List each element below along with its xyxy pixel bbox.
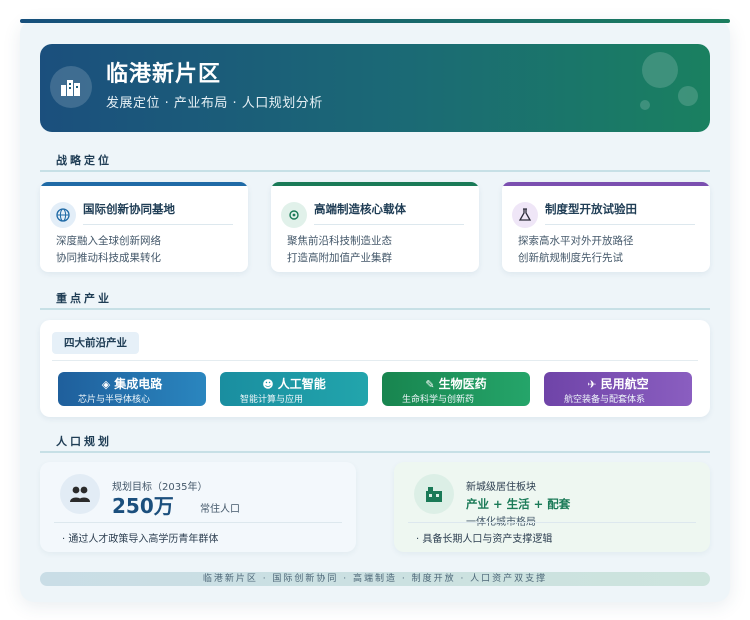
strategy-title: 制度型开放试验田 [545, 202, 637, 216]
strategy-card-opening: 制度型开放试验田 探索高水平对外开放路径 创新航规制度先行先试 [502, 182, 710, 272]
strategy-desc: 创新航规制度先行先试 [518, 252, 623, 264]
section-divider [40, 451, 710, 453]
card-accent-bar [502, 182, 710, 186]
robot-icon: ☻ [262, 378, 274, 391]
industry-name: 集成电路 [114, 377, 163, 391]
block-note: · 具备长期人口与资产支撑逻辑 [416, 534, 553, 545]
section-divider [40, 308, 710, 310]
target-value: 250万 [112, 494, 174, 518]
strategy-title: 国际创新协同基地 [83, 202, 175, 216]
card-divider [83, 224, 233, 225]
industry-pill-ic[interactable]: ◈ 集成电路 芯片与半导体核心 [58, 372, 206, 406]
card-accent-bar [271, 182, 479, 186]
people-icon [60, 474, 100, 514]
target-note: · 通过人才政策导入高学历青年群体 [62, 534, 219, 545]
industry-desc: 航空装备与配套体系 [564, 395, 646, 405]
chip-icon: ◈ [101, 378, 111, 391]
card-divider [545, 224, 695, 225]
section-title-industry: 重点产业 [56, 292, 112, 305]
strategy-title: 高端制造核心载体 [314, 202, 406, 216]
industry-pill-bio[interactable]: ✎ 生物医药 生命科学与创新药 [382, 372, 530, 406]
industry-panel: 四大前沿产业 ◈ 集成电路 芯片与半导体核心 ☻ 人工智能 智能计算与应用 ✎ 生物医… [40, 320, 710, 417]
strategy-desc: 打造高附加值产业集群 [287, 252, 392, 264]
page-title: 临港新片区 [106, 62, 222, 87]
decor-bubble [678, 86, 698, 106]
block-sub: 一体化城市格局 [466, 513, 536, 528]
industry-desc: 芯片与半导体核心 [78, 395, 151, 405]
card-divider [54, 522, 342, 523]
section-title-strategy: 战略定位 [56, 154, 112, 167]
page-subtitle: 发展定位 · 产业布局 · 人口规划分析 [106, 96, 323, 111]
gear-icon [281, 202, 307, 228]
industry-name: 人工智能 [277, 377, 326, 391]
panel-divider [52, 360, 698, 361]
card-divider [314, 224, 464, 225]
industry-name: 生物医药 [438, 377, 487, 391]
industry-desc: 智能计算与应用 [240, 395, 304, 405]
block-formula: 产业 + 生活 + 配套 [466, 497, 571, 511]
card-divider [408, 522, 696, 523]
section-title-population: 人口规划 [56, 435, 112, 448]
card-accent-bar [40, 182, 248, 186]
industry-pill-aviation[interactable]: ✈ 民用航空 航空装备与配套体系 [544, 372, 692, 406]
footer-banner: 临港新片区 · 国际创新协同 · 高端制造 · 制度开放 · 人口资产双支撑 [40, 572, 710, 586]
strategy-desc: 深度融入全球创新网络 [56, 235, 161, 247]
strategy-desc: 协同推动科技成果转化 [56, 252, 161, 264]
industry-pill-ai[interactable]: ☻ 人工智能 智能计算与应用 [220, 372, 368, 406]
decor-bubble [640, 100, 650, 110]
header-banner: 临港新片区 发展定位 · 产业布局 · 人口规划分析 [40, 44, 710, 132]
strategy-desc: 聚焦前沿科技制造业态 [287, 235, 392, 247]
section-divider [40, 170, 710, 172]
industry-tag: 四大前沿产业 [52, 332, 139, 354]
industry-desc: 生命科学与创新药 [402, 395, 475, 405]
population-target-card: 规划目标（2035年） 250万 常住人口 · 通过人才政策导入高学历青年群体 [40, 462, 356, 552]
population-block-card: 新城级居住板块 产业 + 生活 + 配套 一体化城市格局 · 具备长期人口与资产… [394, 462, 710, 552]
target-unit: 常住人口 [200, 504, 240, 515]
top-accent-line [20, 19, 730, 23]
strategy-card-innovation: 国际创新协同基地 深度融入全球创新网络 协同推动科技成果转化 [40, 182, 248, 272]
pill-icon: ✎ [425, 378, 435, 391]
city-icon [50, 66, 92, 108]
lab-icon [512, 202, 538, 228]
building-icon [414, 474, 454, 514]
decor-bubble [642, 52, 678, 88]
industry-name: 民用航空 [600, 377, 649, 391]
page: 临港新片区 发展定位 · 产业布局 · 人口规划分析 战略定位 国际创新协同基地… [0, 0, 750, 620]
strategy-card-manufacturing: 高端制造核心载体 聚焦前沿科技制造业态 打造高附加值产业集群 [271, 182, 479, 272]
plane-icon: ✈ [587, 378, 597, 391]
strategy-desc: 探索高水平对外开放路径 [518, 235, 634, 247]
block-label: 新城级居住板块 [466, 482, 536, 493]
globe-icon [50, 202, 76, 228]
